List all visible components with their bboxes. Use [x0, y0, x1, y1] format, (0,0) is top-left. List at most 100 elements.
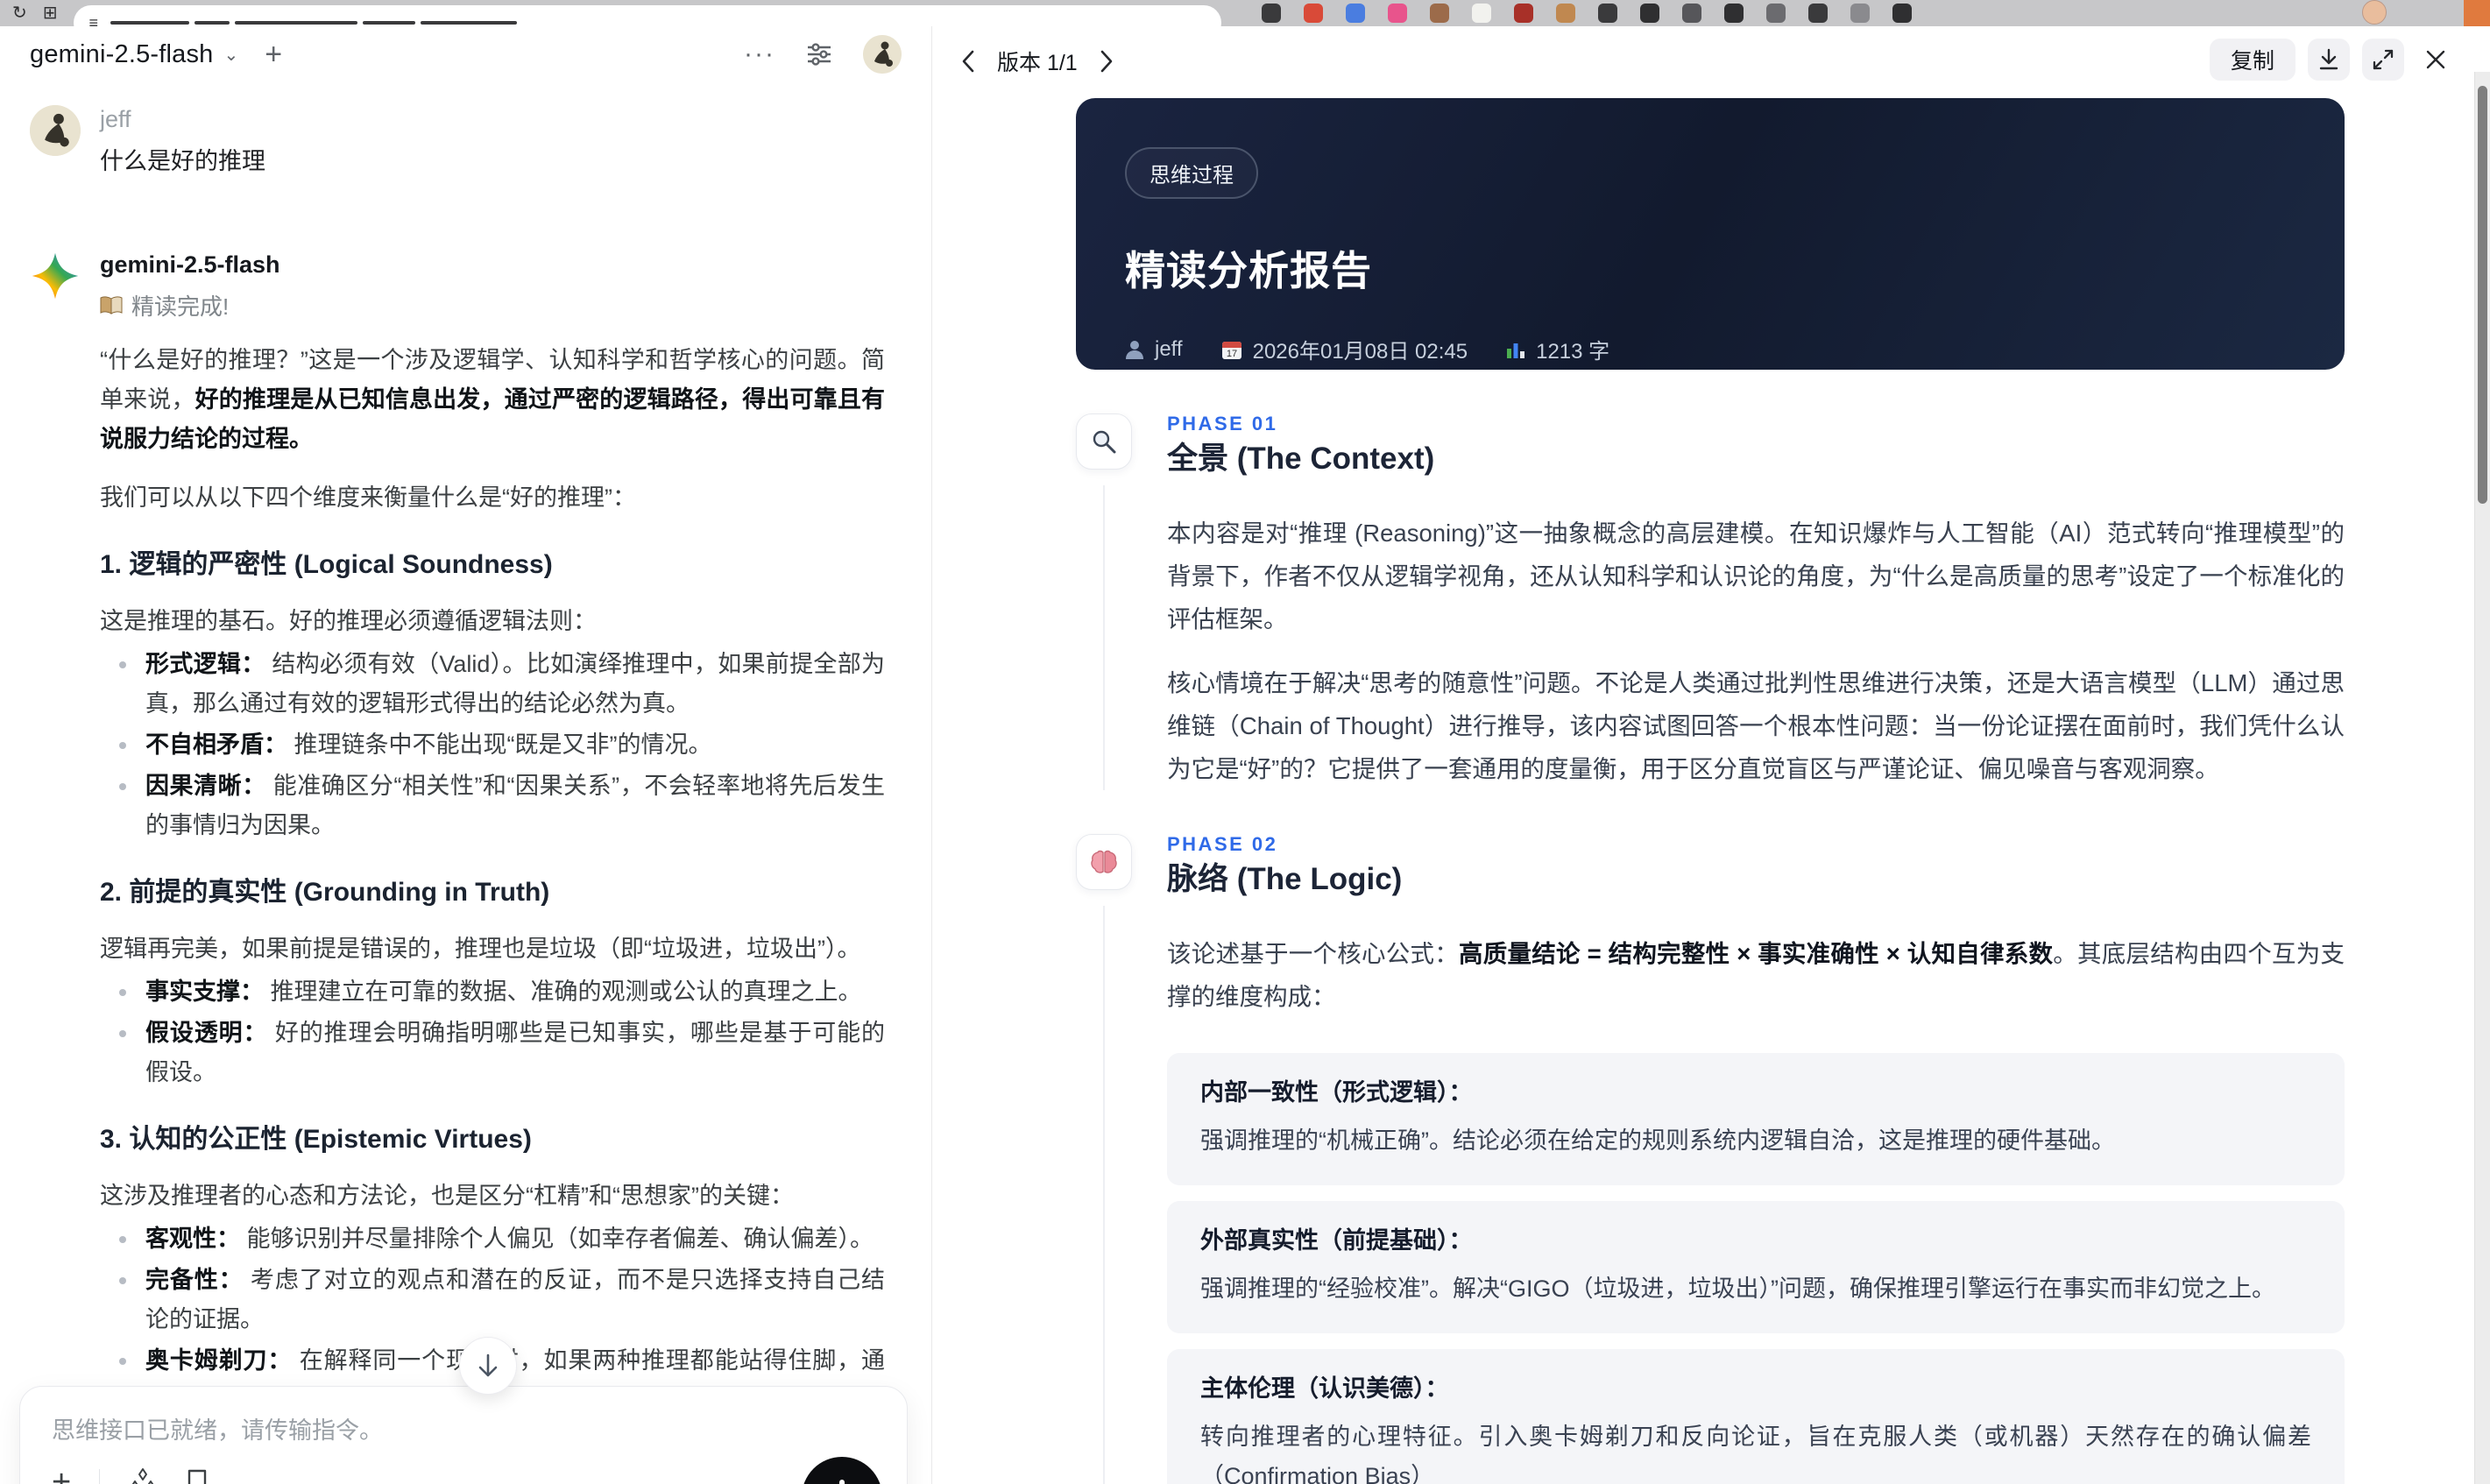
chevron-right-icon — [1100, 50, 1113, 73]
extension-icon[interactable] — [1513, 4, 1533, 23]
browser-toolbar: ↻ ⊞ ≡ — [0, 0, 2490, 40]
url-text — [110, 21, 518, 25]
extension-icon[interactable] — [1555, 4, 1575, 23]
extension-icon[interactable] — [1471, 4, 1491, 23]
date-meta: 17 2026年01月08日 02:45 — [1221, 334, 1468, 364]
section-heading: 1. 逻辑的严密性 (Logical Soundness) — [100, 550, 553, 579]
card-title: 主体伦理（认识美德）： — [1200, 1375, 1449, 1402]
chat-title[interactable]: gemini-2.5-flash — [30, 40, 214, 69]
voice-input-button[interactable] — [802, 1457, 882, 1484]
report-title: 精读分析报告 — [1125, 248, 1372, 293]
scroll-to-bottom-button[interactable] — [459, 1337, 517, 1395]
chat-scroll-area[interactable]: jeff 什么是好的推理 gemini-2.5-flash 精读完成! “什么是… — [0, 82, 931, 1484]
paragraph: “什么是好的推理？”这是一个涉及逻辑学、认知科学和哲学核心的问题。简单来说，好的… — [100, 347, 885, 452]
extension-icon[interactable] — [1723, 4, 1744, 23]
new-chat-button[interactable]: + — [265, 39, 282, 69]
list-item: 客观性： 能够识别并尽量排除个人偏见（如幸存者偏差、确认偏差）。 — [100, 1219, 885, 1259]
phase-heading: 全景 (The Context) — [1167, 442, 1435, 476]
logic-card: 外部真实性（前提基础）： 强调推理的“经验校准”。解决“GIGO（垃圾进，垃圾出… — [1167, 1201, 2345, 1333]
scrollbar-thumb[interactable] — [2478, 86, 2487, 504]
extension-icon[interactable] — [1261, 4, 1281, 23]
arrow-down-icon — [478, 1353, 498, 1377]
extension-icon[interactable] — [1681, 4, 1701, 23]
logic-card: 内部一致性（形式逻辑）： 强调推理的“机械正确”。结论必须在给定的规则系统内逻辑… — [1167, 1053, 2345, 1185]
chat-panel: gemini-2.5-flash ⌄ + ··· jeff 什么是好的推理 ge… — [0, 26, 932, 1484]
assistant-markdown: “什么是好的推理？”这是一个涉及逻辑学、认知科学和哲学核心的问题。简单来说，好的… — [100, 341, 885, 1484]
close-icon — [2426, 50, 2445, 69]
bar-chart-icon — [1507, 343, 1525, 358]
extension-icon[interactable] — [1639, 4, 1659, 23]
extension-icon[interactable] — [1597, 4, 1617, 23]
extension-icon[interactable] — [1429, 4, 1449, 23]
phase-section: PHASE 02 脉络 (The Logic) 该论述基于一个核心公式：高质量结… — [1076, 834, 2345, 1484]
phase-section: PHASE 01 全景 (The Context) 本内容是对“推理 (Reas… — [1076, 413, 2345, 790]
composer: + — [19, 1386, 908, 1484]
browser-corner-icon[interactable] — [2464, 0, 2490, 26]
version-next-button[interactable] — [1093, 48, 1120, 74]
extension-icon[interactable] — [1765, 4, 1786, 23]
message-author: jeff — [100, 106, 131, 132]
section-intro: 这是推理的基石。好的推理必须遵循逻辑法则： — [100, 608, 597, 634]
model-settings-button[interactable] — [805, 40, 833, 68]
paragraph: 我们可以从以下四个维度来衡量什么是“好的推理”： — [100, 484, 636, 511]
scrollbar[interactable] — [2474, 72, 2490, 1484]
card-title: 内部一致性（形式逻辑）： — [1200, 1079, 1473, 1106]
list-item: 事实支撑： 推理建立在可靠的数据、准确的观测或公认的真理之上。 — [100, 972, 885, 1012]
apps-grid-icon[interactable]: ⊞ — [43, 0, 58, 26]
user-avatar[interactable] — [863, 35, 902, 74]
report-meta: jeff 17 2026年01月08日 02:45 1213 字 — [1125, 334, 2295, 364]
skills-button[interactable] — [128, 1467, 158, 1484]
logic-cards: 内部一致性（形式逻辑）： 强调推理的“机械正确”。结论必须在给定的规则系统内逻辑… — [1167, 1053, 2345, 1484]
download-icon — [2319, 48, 2338, 70]
version-label: 版本 1/1 — [997, 51, 1078, 75]
phase-paragraph: 该论述基于一个核心公式：高质量结论 = 结构完整性 × 事实准确性 × 认知自律… — [1167, 940, 2345, 1010]
section-intro: 逻辑再完美，如果前提是错误的，推理也是垃圾（即“垃圾进，垃圾出”）。 — [100, 936, 861, 962]
report-hero-card: 思维过程 精读分析报告 jeff 17 2026年01月08日 02:45 12… — [1076, 98, 2345, 370]
phase-label: PHASE 02 — [1167, 833, 1278, 855]
assistant-name: gemini-2.5-flash — [100, 251, 280, 278]
list-item: 不自相矛盾： 推理链条中不能出现“既是又非”的情况。 — [100, 725, 885, 765]
extension-icon[interactable] — [1807, 4, 1828, 23]
browser-profile-avatar[interactable] — [2362, 0, 2387, 25]
book-icon — [100, 295, 123, 314]
timeline-connector — [1103, 906, 1105, 1484]
artifact-scroll-area[interactable]: 思维过程 精读分析报告 jeff 17 2026年01月08日 02:45 12… — [932, 96, 2474, 1484]
assistant-status: 精读完成! — [100, 289, 902, 322]
phase-heading: 脉络 (The Logic) — [1167, 862, 1403, 896]
more-options-button[interactable]: ··· — [744, 39, 775, 69]
list-item: 完备性： 考虑了对立的观点和潜在的反证，而不是只选择支持自己结论的证据。 — [100, 1261, 885, 1339]
avatar-figure — [30, 105, 81, 156]
expand-button[interactable] — [2362, 39, 2404, 81]
bookmark-button[interactable] — [186, 1468, 209, 1484]
section-heading: 3. 认知的公正性 (Epistemic Virtues) — [100, 1125, 532, 1154]
status-text: 精读完成! — [131, 293, 230, 320]
timeline-connector — [1103, 485, 1105, 790]
assistant-avatar — [30, 251, 81, 301]
download-button[interactable] — [2308, 39, 2350, 81]
extension-icon[interactable] — [1387, 4, 1407, 23]
composer-input[interactable] — [52, 1411, 805, 1450]
extension-icon[interactable] — [1892, 4, 1912, 23]
reload-icon[interactable]: ↻ — [12, 0, 27, 26]
list-item: 因果清晰： 能准确区分“相关性”和“因果关系”，不会轻率地将先后发生的事情归为因… — [100, 767, 885, 845]
phase-icon-column — [1076, 834, 1132, 1484]
composer-actions: + — [52, 1466, 209, 1484]
phase-paragraph: 本内容是对“推理 (Reasoning)”这一抽象概念的高层建模。在知识爆炸与人… — [1167, 519, 2345, 632]
section-heading: 2. 前提的真实性 (Grounding in Truth) — [100, 878, 550, 907]
extension-icon[interactable] — [1303, 4, 1323, 23]
message-text: 什么是好的推理 — [100, 148, 265, 174]
app-window: gemini-2.5-flash ⌄ + ··· jeff 什么是好的推理 ge… — [0, 26, 2490, 1484]
copy-button[interactable]: 复制 — [2209, 39, 2295, 81]
extension-icons[interactable] — [1261, 4, 1912, 23]
assistant-message: gemini-2.5-flash 精读完成! “什么是好的推理？”这是一个涉及逻… — [30, 251, 902, 1484]
version-prev-button[interactable] — [955, 48, 981, 74]
card-title: 外部真实性（前提基础）： — [1200, 1227, 1473, 1254]
logic-card: 主体伦理（认识美德）： 转向推理者的心理特征。引入奥卡姆剃刀和反向论证，旨在克服… — [1167, 1349, 2345, 1484]
avatar-figure — [863, 35, 902, 74]
close-button[interactable] — [2416, 40, 2455, 79]
extension-icon[interactable] — [1850, 4, 1870, 23]
add-attachment-button[interactable]: + — [52, 1466, 71, 1484]
chevron-down-icon[interactable]: ⌄ — [224, 44, 239, 66]
card-body: 强调推理的“经验校准”。解决“GIGO（垃圾进，垃圾出）”问题，确保推理引擎运行… — [1200, 1276, 2275, 1302]
extension-icon[interactable] — [1345, 4, 1365, 23]
